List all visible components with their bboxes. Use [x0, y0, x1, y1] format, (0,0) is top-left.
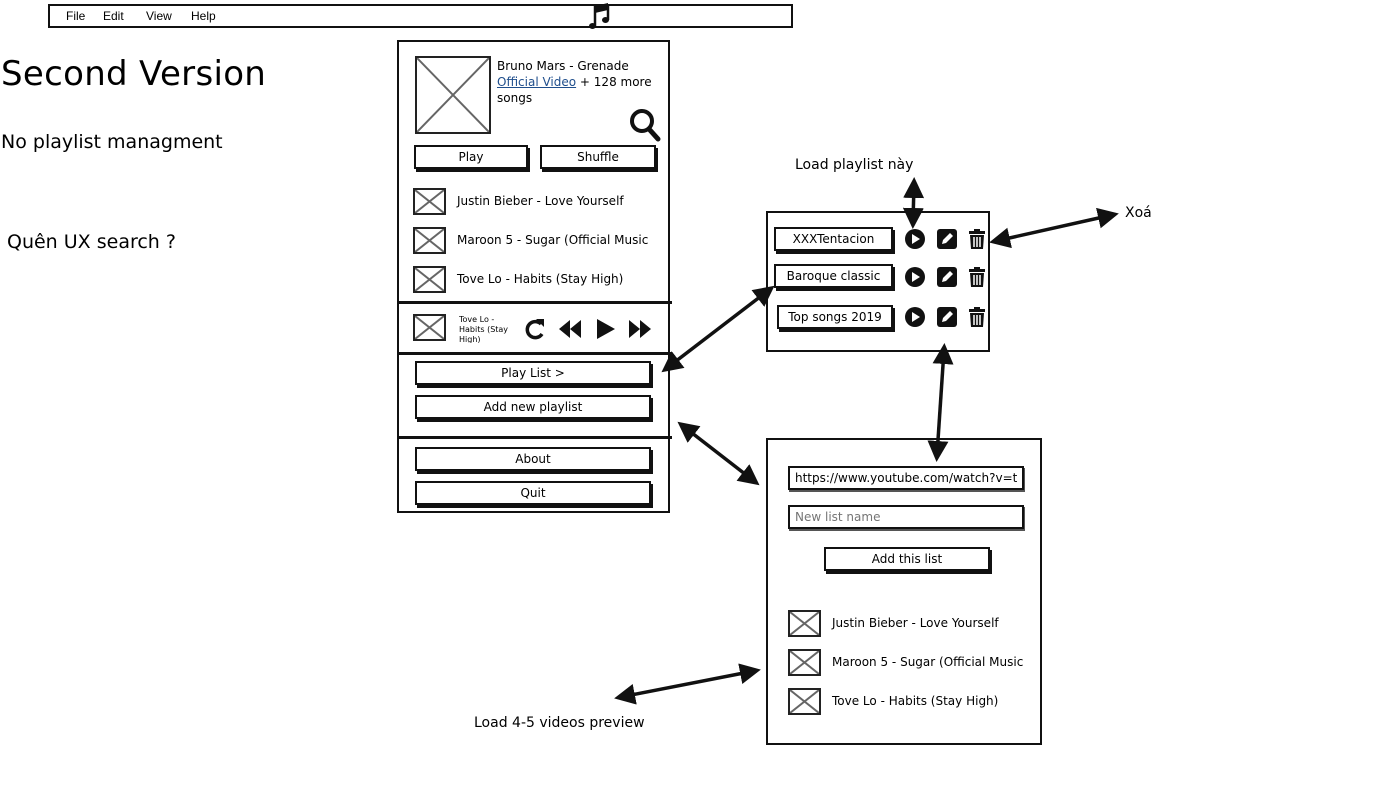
playlist-item[interactable]: XXXTentacion: [774, 227, 893, 251]
repeat-icon[interactable]: [523, 315, 547, 343]
menu-file[interactable]: File: [66, 9, 85, 23]
shuffle-button[interactable]: Shuffle: [540, 145, 656, 169]
album-art-placeholder: [415, 56, 491, 134]
queue-item-title: Justin Bieber - Love Yourself: [457, 194, 624, 208]
queue-item-title: Tove Lo - Habits (Stay High): [457, 272, 624, 286]
fast-forward-icon[interactable]: [627, 315, 653, 343]
play-icon[interactable]: [904, 306, 926, 328]
image-placeholder-icon: [417, 58, 489, 132]
arrow: [677, 421, 760, 486]
play-button[interactable]: Play: [414, 145, 528, 169]
player-window: Bruno Mars - Grenade Official Video + 12…: [397, 40, 672, 513]
annotation-load-preview: Load 4-5 videos preview: [474, 715, 645, 731]
divider: [397, 352, 672, 355]
mini-player-title: Tove Lo - Habits (Stay High): [459, 315, 509, 343]
arrow: [614, 663, 761, 705]
note-search-ux: Quên UX search ?: [7, 231, 176, 253]
playlist-item[interactable]: Top songs 2019: [777, 305, 893, 329]
queue-item-title: Maroon 5 - Sugar (Official Music: [457, 233, 649, 247]
music-note-icon: [589, 3, 610, 29]
menu-help[interactable]: Help: [191, 9, 216, 23]
about-button[interactable]: About: [415, 447, 651, 471]
edit-icon[interactable]: [936, 266, 958, 288]
menu-edit[interactable]: Edit: [103, 9, 124, 23]
thumbnail-placeholder-icon: [788, 687, 821, 715]
thumbnail-placeholder-icon: [788, 609, 821, 637]
annotation-load-playlist: Load playlist này: [795, 157, 914, 173]
preview-item: Maroon 5 - Sugar (Official Music: [788, 648, 1023, 676]
preview-item: Justin Bieber - Love Yourself: [788, 609, 999, 637]
arrow: [989, 207, 1119, 249]
thumbnail-placeholder-icon: [413, 187, 446, 215]
divider: [397, 301, 672, 304]
edit-icon[interactable]: [936, 306, 958, 328]
playlists-panel: XXXTentacion Baroque classic Top songs 2…: [766, 211, 990, 352]
thumbnail-placeholder-icon: [413, 226, 446, 254]
preview-item-title: Tove Lo - Habits (Stay High): [832, 694, 999, 708]
add-this-list-button[interactable]: Add this list: [824, 547, 990, 571]
arrow: [661, 285, 775, 373]
play-icon[interactable]: [595, 315, 617, 343]
page-title: Second Version: [1, 54, 267, 94]
trash-icon[interactable]: [966, 306, 988, 328]
preview-item-title: Maroon 5 - Sugar (Official Music: [832, 655, 1024, 669]
search-icon[interactable]: [629, 108, 661, 142]
youtube-url-input[interactable]: [788, 466, 1024, 490]
preview-item-title: Justin Bieber - Love Yourself: [832, 616, 999, 630]
rewind-icon[interactable]: [557, 315, 583, 343]
queue-item[interactable]: Tove Lo - Habits (Stay High): [413, 265, 623, 293]
queue-item[interactable]: Justin Bieber - Love Yourself: [413, 187, 624, 215]
divider: [397, 436, 672, 439]
official-video-link[interactable]: Official Video: [497, 75, 576, 89]
list-name-input[interactable]: [788, 505, 1024, 529]
annotation-arrows: [614, 177, 1119, 705]
thumbnail-placeholder-icon: [413, 265, 446, 293]
play-icon[interactable]: [904, 266, 926, 288]
annotation-delete: Xoá: [1125, 205, 1152, 221]
note-no-playlist: No playlist managment: [1, 131, 223, 153]
add-playlist-panel: Add this list Justin Bieber - Love Yours…: [766, 438, 1042, 745]
queue-item[interactable]: Maroon 5 - Sugar (Official Music: [413, 226, 648, 254]
menu-bar: File Edit View Help: [48, 3, 793, 29]
trash-icon[interactable]: [966, 266, 988, 288]
trash-icon[interactable]: [966, 228, 988, 250]
playlist-item[interactable]: Baroque classic: [774, 264, 893, 288]
thumbnail-placeholder-icon: [413, 313, 446, 341]
thumbnail-placeholder-icon: [788, 648, 821, 676]
edit-icon[interactable]: [936, 228, 958, 250]
menu-view[interactable]: View: [146, 9, 172, 23]
playlist-button[interactable]: Play List >: [415, 361, 651, 385]
now-playing-title: Bruno Mars - Grenade: [497, 59, 629, 73]
now-playing-info: Bruno Mars - Grenade Official Video + 12…: [497, 58, 662, 106]
preview-item: Tove Lo - Habits (Stay High): [788, 687, 998, 715]
play-icon[interactable]: [904, 228, 926, 250]
mini-player-thumb: [413, 313, 446, 341]
quit-button[interactable]: Quit: [415, 481, 651, 505]
add-new-playlist-button[interactable]: Add new playlist: [415, 395, 651, 419]
